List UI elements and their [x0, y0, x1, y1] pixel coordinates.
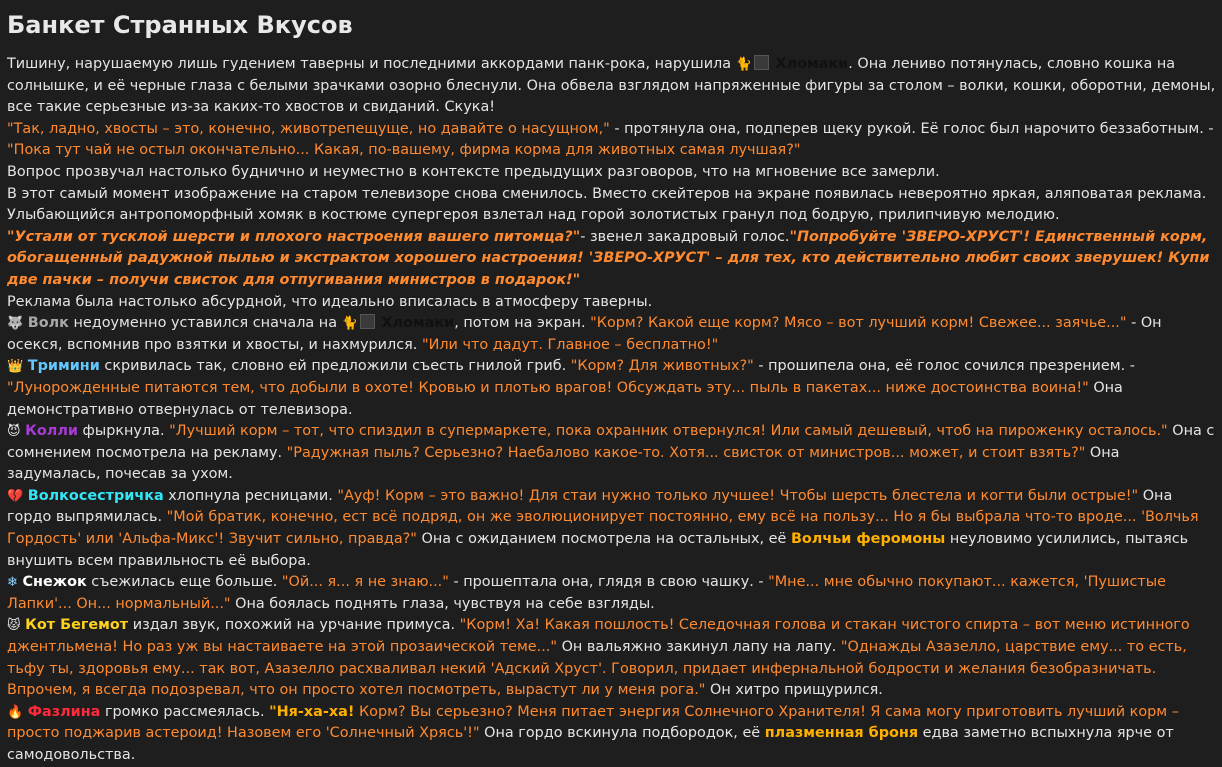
paragraph-tv: В этот самый момент изображение на старо… — [7, 185, 1207, 224]
fire-icon: 🔥 — [7, 704, 24, 720]
character-name-kot-begemot: Кот Бегемот — [25, 617, 129, 634]
character-name-volkosestrichka: Волкосестричка — [27, 487, 164, 504]
quote: "Корм? Какой еще корм? Мясо – вот лучший… — [590, 315, 1127, 332]
paragraph-pause: Вопрос прозвучал настолько буднично и не… — [7, 163, 940, 180]
text: , потом на экран. — [454, 315, 591, 332]
highlight-pheromones: Волчьи феромоны — [790, 531, 946, 548]
paragraph-kot: 😾 Кот Бегемот издал звук, похожий на урч… — [7, 615, 1216, 701]
text: Он вальяжно закинул лапу на лапу. — [557, 639, 841, 656]
cat-icon: 🐈 — [735, 57, 752, 72]
text: - звенел закадровый голос. — [580, 228, 790, 245]
paragraph-absurd: Реклама была настолько абсурдной, что ид… — [7, 293, 653, 310]
text: - протянула она, подперев щеку рукой. Её… — [609, 120, 1214, 137]
text: Он хитро прищурился. — [705, 682, 883, 699]
crown-icon: 👑 — [7, 359, 24, 375]
paragraph-ad: "Устали от тусклой шерсти и плохого наст… — [7, 227, 1216, 292]
highlight-plasma-armor: плазменная броня — [764, 725, 919, 742]
character-name-khlomaki: Хломаки — [775, 56, 849, 72]
text: - прошипела она, её голос сочился презре… — [753, 358, 1135, 375]
text: - прошептала она, глядя в свою чашку. - — [448, 574, 769, 591]
quote: "Так, ладно, хвосты – это, конечно, живо… — [7, 120, 610, 137]
quote: "Пока тут чай не остыл окончательно... К… — [7, 142, 801, 159]
paragraph-question: "Так, ладно, хвосты – это, конечно, живо… — [7, 119, 1216, 162]
character-name-khlomaki: Хломаки — [381, 315, 455, 332]
character-name-fazlina: Фазлина — [27, 703, 101, 720]
quote: "Лунорожденные питаются тем, что добыли … — [7, 379, 1089, 396]
text: скривилась так, словно ей предложили съе… — [99, 358, 571, 375]
page-title: Банкет Странных Вкусов — [7, 11, 353, 39]
quote: "Корм? Для животных?" — [570, 358, 754, 375]
text: съежилась еще больше. — [86, 574, 282, 591]
text: недоуменно уставился сначала на — [68, 315, 342, 332]
snowflake-icon: ❄ — [7, 575, 18, 591]
character-name-wolf: Волк — [27, 315, 69, 332]
paragraph-snezhok: ❄ Снежок съежилась еще больше. "Ой... я.… — [7, 572, 1216, 615]
character-name-trimini: Тримини — [27, 358, 100, 375]
text: хлопнула ресницами. — [163, 487, 338, 504]
paragraph-fazlina: 🔥 Фазлина громко рассмеялась. "Ня-ха-ха!… — [7, 702, 1216, 767]
paragraph-wolf: 🐺 Волк недоуменно уставился сначала на 🐈… — [7, 313, 1216, 356]
quote: "Устали от тусклой шерсти и плохого наст… — [7, 228, 581, 245]
text: Тишину, нарушаемую лишь гудением таверны… — [7, 56, 736, 72]
cat-icon: 🐈 — [341, 316, 358, 332]
square-icon — [753, 55, 769, 70]
quote: "Ауф! Корм – это важно! Для стаи нужно т… — [337, 487, 1139, 504]
quote: "Ой... я... я не знаю..." — [281, 574, 449, 591]
wolf-icon: 🐺 — [7, 316, 24, 332]
text: громко рассмеялась. — [100, 703, 270, 720]
text: фыркнула. — [77, 423, 170, 440]
paragraph-trimini: 👑 Тримини скривилась так, словно ей пред… — [7, 356, 1216, 421]
character-name-kolli: Колли — [25, 423, 78, 440]
quote: "Радужная пыль? Серьезно? Наебалово како… — [286, 444, 1086, 461]
character-name-snezhok: Снежок — [22, 574, 87, 591]
broken-heart-icon: 💔 — [7, 488, 24, 504]
paragraph-intro: Тишину, нарушаемую лишь гудением таверны… — [7, 54, 1216, 119]
square-icon — [359, 314, 375, 330]
cat-face-icon: 😾 — [7, 618, 21, 634]
story-container: Банкет Странных Вкусов Тишину, нарушаему… — [0, 0, 1222, 767]
paragraph-volkosestrichka: 💔 Волкосестричка хлопнула ресницами. "Ау… — [7, 486, 1216, 572]
text: издал звук, похожий на урчание примуса. — [128, 617, 460, 634]
quote: "Или что дадут. Главное – бесплатно!" — [421, 336, 719, 353]
devil-icon: 😈 — [7, 424, 21, 440]
paragraph-kolli: 😈 Колли фыркнула. "Лучший корм – тот, чт… — [7, 421, 1216, 486]
text: Она с ожиданием посмотрела на остальных,… — [416, 531, 791, 548]
text: Она гордо вскинула подбородок, её — [479, 725, 765, 742]
text: Она боялась поднять глаза, чувствуя на с… — [230, 595, 655, 612]
quote: "Лучший корм – тот, что спиздил в суперм… — [169, 423, 1168, 440]
quote-laugh: "Ня-ха-ха! — [269, 703, 355, 720]
